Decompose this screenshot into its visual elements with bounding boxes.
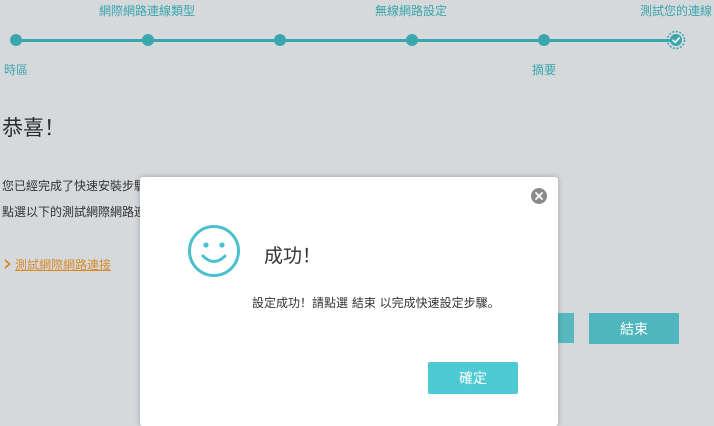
- step-label-connection-type: 網際網路連線類型: [99, 4, 196, 18]
- step-current-test: [666, 30, 686, 50]
- dialog-message: 設定成功！請點選 結束 以完成快速設定步驟。: [252, 296, 500, 310]
- step-dot-summary: [538, 34, 550, 46]
- congrats-heading: 恭喜！: [2, 116, 65, 140]
- finish-button[interactable]: 結束: [589, 313, 679, 344]
- completion-text: 您已經完成了快速安裝步驟: [2, 179, 142, 193]
- step-label-timezone: 時區: [4, 63, 29, 77]
- check-circle-icon: [666, 30, 686, 50]
- test-instruction-text: 點選以下的測試網際網路連: [2, 205, 142, 219]
- step-dot-connection-type: [142, 34, 154, 46]
- close-icon: [531, 188, 547, 204]
- step-dot-timezone: [10, 34, 22, 46]
- success-dialog: 成功！ 設定成功！請點選 結束 以完成快速設定步驟。 確定: [140, 177, 558, 426]
- step-label-summary: 摘要: [532, 63, 557, 77]
- confirm-button[interactable]: 確定: [428, 362, 518, 394]
- chevron-right-icon: [4, 258, 11, 272]
- test-internet-link-label: 測試網際網路連接: [15, 258, 112, 272]
- step-dot-wireless: [406, 34, 418, 46]
- step-label-test-connection: 測試您的連線: [640, 4, 713, 18]
- test-internet-link[interactable]: 測試網際網路連接: [4, 256, 111, 273]
- smiley-icon: [188, 225, 240, 277]
- dialog-title: 成功！: [264, 245, 322, 267]
- step-label-wireless-settings: 無線網路設定: [375, 4, 448, 18]
- step-progress-track: [15, 39, 677, 42]
- close-button[interactable]: [530, 187, 548, 205]
- step-dot-3: [274, 34, 286, 46]
